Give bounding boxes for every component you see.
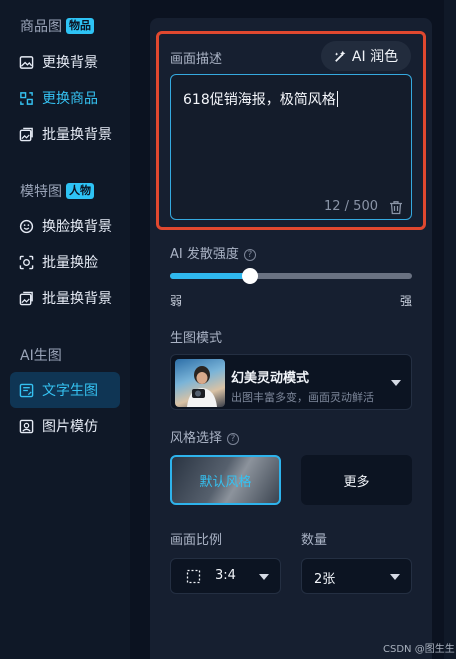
sidebar-item-label: 文字生图 xyxy=(42,383,98,399)
sidebar-item-change-product[interactable]: 更换商品 xyxy=(10,80,120,116)
sidebar-item-face-swap-background[interactable]: 换脸换背景 xyxy=(10,208,120,244)
count-value: 2张 xyxy=(314,572,336,587)
help-icon[interactable]: ? xyxy=(243,249,256,261)
ratio-select[interactable]: 3:4 xyxy=(170,558,281,594)
strength-slider[interactable] xyxy=(170,273,412,279)
face-swap-icon xyxy=(19,219,34,233)
aspect-ratio-icon xyxy=(186,569,201,584)
sidebar-item-batch-background-model[interactable]: 批量换背景 xyxy=(10,280,120,316)
sidebar-item-batch-face-swap[interactable]: 批量换脸 xyxy=(10,244,120,280)
sidebar-item-batch-background[interactable]: 批量换背景 xyxy=(10,116,120,152)
face-scan-icon xyxy=(19,255,34,269)
sidebar: 商品图 物品 更换背景 更换商品 批量换背景 模特图 人物 换脸换背景 批量换脸… xyxy=(0,0,130,659)
sidebar-item-label: 换脸换背景 xyxy=(42,219,112,235)
chevron-down-icon xyxy=(391,380,401,386)
count-label: 数量 xyxy=(301,533,328,548)
mode-description: 出图丰富多变，画面灵动鲜活 xyxy=(231,391,374,404)
chevron-down-icon xyxy=(390,574,400,580)
section-title-product: 商品图 物品 xyxy=(20,16,94,36)
batch-image-icon xyxy=(19,127,33,141)
strength-max-label: 强 xyxy=(400,294,413,308)
more-styles-label: 更多 xyxy=(343,474,370,490)
sidebar-item-label: 批量换背景 xyxy=(42,127,112,143)
style-option-label: 默认风格 xyxy=(199,475,252,490)
style-label: 风格选择? xyxy=(170,427,240,446)
image-mimic-icon xyxy=(19,419,34,433)
gutter xyxy=(130,0,150,659)
slider-fill xyxy=(170,273,250,279)
section-title-model: 模特图 人物 xyxy=(20,181,94,201)
section-badge: 物品 xyxy=(66,18,94,34)
sidebar-item-label: 批量换背景 xyxy=(42,291,112,307)
product-swap-icon xyxy=(20,91,33,105)
mode-thumbnail xyxy=(175,359,225,407)
section-badge: 人物 xyxy=(66,183,94,199)
help-icon[interactable]: ? xyxy=(227,433,240,445)
more-styles-button[interactable]: 更多 xyxy=(301,455,412,505)
slider-handle[interactable] xyxy=(241,268,258,284)
watermark: CSDN @图生生 xyxy=(383,644,455,655)
image-icon xyxy=(19,55,34,69)
sidebar-item-label: 更换背景 xyxy=(42,55,98,71)
count-select[interactable]: 2张 xyxy=(301,558,412,594)
mode-label: 生图模式 xyxy=(170,331,223,346)
section-title-ai-gen: AI生图 xyxy=(20,348,62,364)
sidebar-item-label: 更换商品 xyxy=(42,91,98,107)
sidebar-item-label: 批量换脸 xyxy=(42,255,98,271)
ratio-label: 画面比例 xyxy=(170,533,223,548)
sidebar-item-text-to-image[interactable]: 文字生图 xyxy=(10,372,120,408)
ratio-value: 3:4 xyxy=(215,568,236,583)
style-option-default[interactable]: 默认风格 xyxy=(170,455,281,505)
scrollbar-track[interactable] xyxy=(444,0,456,659)
highlight-box xyxy=(156,31,426,230)
text-image-icon xyxy=(19,383,34,397)
strength-label: AI 发散强度? xyxy=(170,243,256,262)
mode-selected: 幻美灵动模式 xyxy=(231,371,310,386)
mode-select[interactable]: 幻美灵动模式 出图丰富多变，画面灵动鲜活 xyxy=(170,354,412,410)
sidebar-item-label: 图片模仿 xyxy=(42,419,98,435)
sidebar-item-image-mimic[interactable]: 图片模仿 xyxy=(10,408,120,444)
strength-min-label: 弱 xyxy=(170,294,183,308)
batch-image-icon xyxy=(19,291,33,305)
chevron-down-icon xyxy=(259,574,269,580)
sidebar-item-change-background[interactable]: 更换背景 xyxy=(10,44,120,80)
